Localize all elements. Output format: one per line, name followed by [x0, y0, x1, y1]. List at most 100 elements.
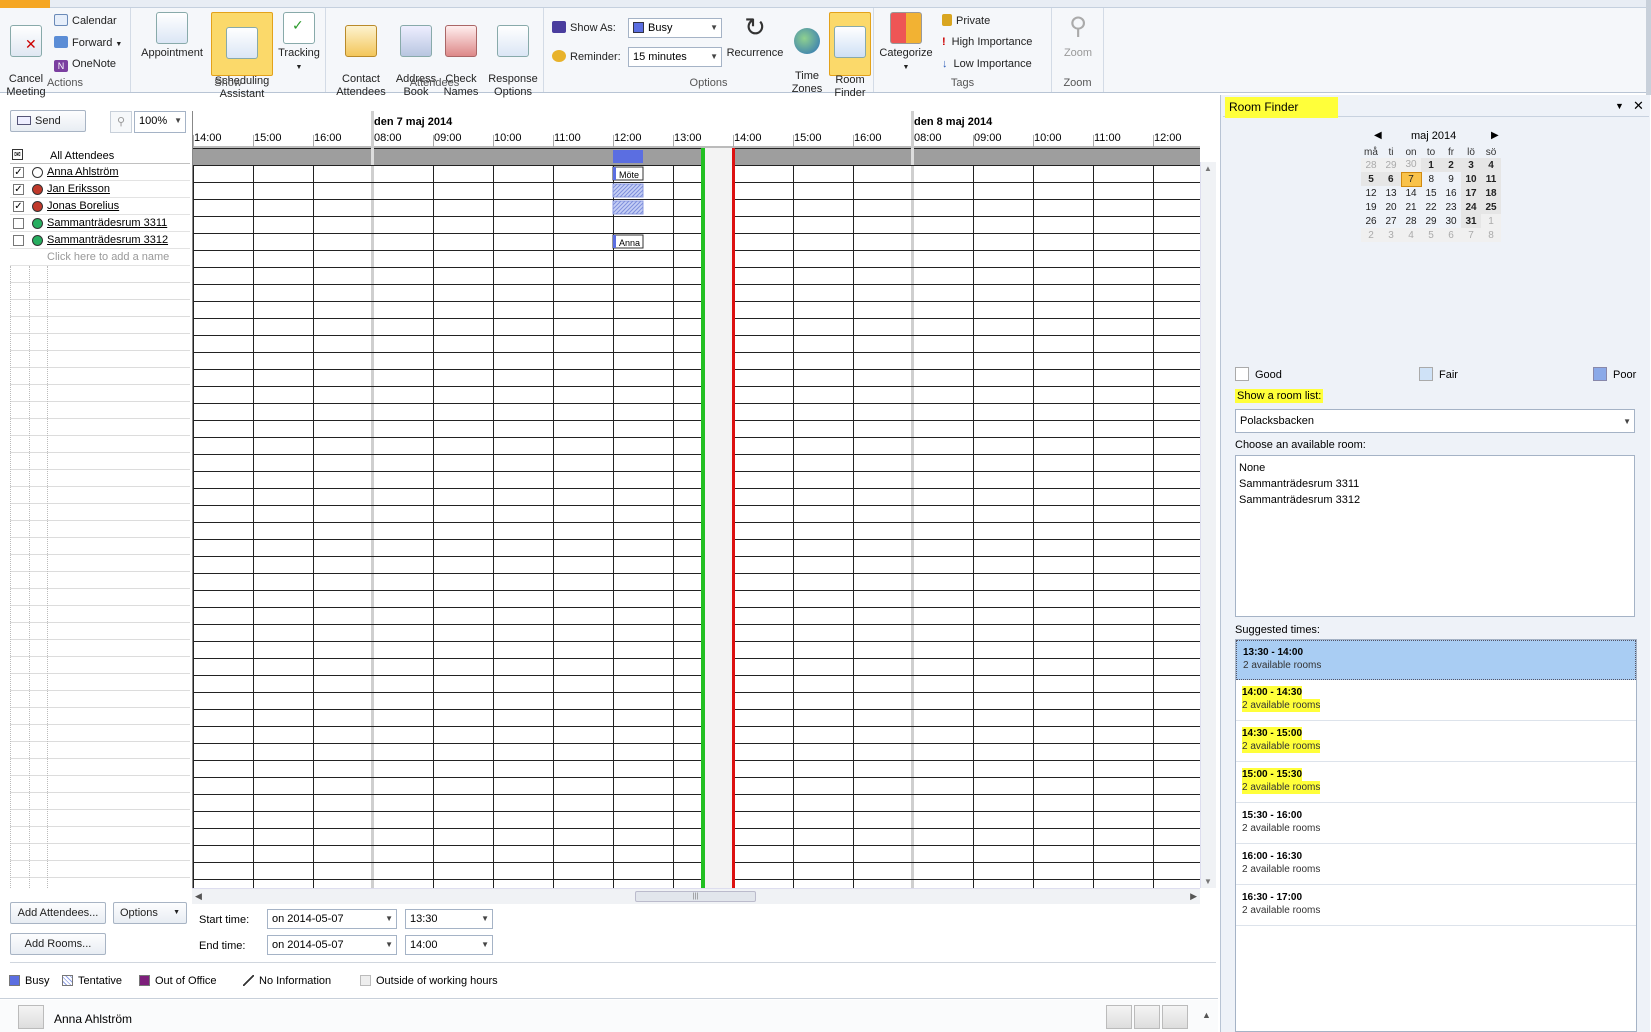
- forward-button[interactable]: Forward ▼: [54, 36, 122, 49]
- suggested-time-item[interactable]: 14:00 - 14:30 2 available rooms: [1236, 681, 1636, 721]
- appointment-button[interactable]: Appointment: [138, 12, 206, 60]
- chevron-up-icon[interactable]: ▲: [1202, 1010, 1211, 1020]
- calendar-day[interactable]: 27: [1381, 214, 1401, 228]
- attendee-name[interactable]: Anna Ahlström: [47, 166, 119, 178]
- zoom-percent-select[interactable]: 100% ▼: [134, 111, 186, 133]
- calendar-day[interactable]: 17: [1461, 186, 1481, 200]
- attendee-checkbox[interactable]: ✓: [13, 167, 24, 178]
- recurrence-button[interactable]: ↻ Recurrence: [724, 12, 786, 60]
- scroll-down-icon[interactable]: ▼: [1204, 877, 1212, 886]
- attendee-row[interactable]: Sammanträdesrum 3312: [10, 232, 190, 249]
- calendar-day[interactable]: 26: [1361, 214, 1381, 228]
- room-list-select[interactable]: Polacksbacken ▼: [1235, 409, 1635, 433]
- end-date-picker[interactable]: on 2014-05-07 ▼: [267, 935, 397, 955]
- start-time-select[interactable]: 13:30 ▼: [405, 909, 493, 929]
- calendar-day[interactable]: 30: [1441, 214, 1461, 228]
- scroll-up-icon[interactable]: ▲: [1204, 164, 1212, 173]
- calendar-day[interactable]: 16: [1441, 186, 1461, 200]
- attendee-name[interactable]: Jonas Borelius: [47, 200, 119, 212]
- high-importance-button[interactable]: ! High Importance: [942, 36, 1032, 48]
- suggested-time-item[interactable]: 15:00 - 15:30 2 available rooms: [1236, 763, 1636, 803]
- attendee-checkbox[interactable]: [13, 218, 24, 229]
- calendar-day[interactable]: 18: [1481, 186, 1501, 200]
- attendee-name[interactable]: Jan Eriksson: [47, 183, 110, 195]
- calendar-day[interactable]: 5: [1361, 172, 1381, 186]
- attendee-row[interactable]: ✓ Jan Eriksson: [10, 181, 190, 198]
- calendar-day[interactable]: 8: [1421, 172, 1441, 186]
- attendee-checkbox[interactable]: [13, 235, 24, 246]
- file-tab[interactable]: [0, 0, 50, 8]
- attendee-name[interactable]: Sammanträdesrum 3312: [47, 234, 168, 246]
- attendee-role-icon[interactable]: [32, 184, 43, 195]
- grid-horizontal-scrollbar[interactable]: ◀ ||| ▶: [192, 888, 1200, 904]
- onenote-button[interactable]: N OneNote: [54, 58, 116, 72]
- grid-vertical-scrollbar[interactable]: ▲ ▼: [1200, 162, 1216, 888]
- attendee-role-icon[interactable]: [32, 218, 43, 229]
- calendar-day[interactable]: 4: [1401, 228, 1421, 242]
- room-option[interactable]: None: [1239, 460, 1631, 476]
- suggested-time-item[interactable]: 13:30 - 14:00 2 available rooms: [1236, 640, 1636, 680]
- calendar-day[interactable]: 11: [1481, 172, 1501, 186]
- calendar-day[interactable]: 15: [1421, 186, 1441, 200]
- calendar-day[interactable]: 20: [1381, 200, 1401, 214]
- suggested-time-item[interactable]: 15:30 - 16:00 2 available rooms: [1236, 804, 1636, 844]
- room-option[interactable]: Sammanträdesrum 3311: [1239, 476, 1631, 492]
- calendar-day[interactable]: 7: [1400, 171, 1422, 187]
- room-option[interactable]: Sammanträdesrum 3312: [1239, 492, 1631, 508]
- calendar-day[interactable]: 5: [1421, 228, 1441, 242]
- calendar-day[interactable]: 28: [1401, 214, 1421, 228]
- calendar-day[interactable]: 2: [1361, 228, 1381, 242]
- scroll-thumb[interactable]: |||: [635, 891, 756, 902]
- calendar-day[interactable]: 25: [1481, 200, 1501, 214]
- calendar-day[interactable]: 6: [1381, 172, 1401, 186]
- calendar-button[interactable]: Calendar: [54, 14, 117, 27]
- next-month-icon[interactable]: ▶: [1491, 130, 1499, 141]
- options-button[interactable]: Options ▼: [113, 902, 187, 924]
- zoom-out-icon[interactable]: ⚲: [110, 111, 132, 133]
- suggested-time-item[interactable]: 16:30 - 17:00 2 available rooms: [1236, 886, 1636, 926]
- zoom-button[interactable]: ⚲ Zoom: [1056, 12, 1100, 60]
- calendar-day[interactable]: 24: [1461, 200, 1481, 214]
- meeting-start-line[interactable]: [701, 148, 705, 888]
- available-rooms-list[interactable]: None Sammanträdesrum 3311 Sammanträdesrum …: [1235, 455, 1635, 617]
- tracking-button[interactable]: ✓ Tracking ▼: [276, 12, 322, 74]
- calendar-day[interactable]: 1: [1481, 214, 1501, 228]
- calendar-day[interactable]: 4: [1481, 158, 1501, 172]
- add-attendee-placeholder[interactable]: Click here to add a name: [47, 251, 169, 263]
- room-finder-button[interactable]: Room Finder: [829, 12, 871, 99]
- calendar-day[interactable]: 7: [1461, 228, 1481, 242]
- end-time-select[interactable]: 14:00 ▼: [405, 935, 493, 955]
- chevron-down-icon[interactable]: ▼: [1615, 101, 1624, 111]
- calendar-day[interactable]: 12: [1361, 186, 1381, 200]
- scroll-left-icon[interactable]: ◀: [195, 891, 202, 902]
- scheduling-grid[interactable]: den 7 maj 2014 den 8 maj 2014 14:00 15:00 16…: [192, 111, 1200, 888]
- attendee-checkbox[interactable]: ✓: [13, 184, 24, 195]
- meeting-slot[interactable]: [703, 148, 733, 888]
- calendar-day[interactable]: 19: [1361, 200, 1381, 214]
- low-importance-button[interactable]: ↓ Low Importance: [942, 58, 1032, 70]
- calendar-day[interactable]: 2: [1441, 158, 1461, 172]
- prev-month-icon[interactable]: ◀: [1374, 130, 1382, 141]
- show-as-select[interactable]: Busy ▼: [628, 18, 722, 38]
- calendar-day[interactable]: 23: [1441, 200, 1461, 214]
- calendar-day[interactable]: 10: [1461, 172, 1481, 186]
- meeting-end-line[interactable]: [732, 148, 735, 888]
- calendar-day[interactable]: 14: [1401, 186, 1421, 200]
- close-icon[interactable]: ✕: [1633, 98, 1644, 114]
- calendar-day[interactable]: 21: [1401, 200, 1421, 214]
- mini-calendar[interactable]: må ti on to fr lö sö 28 29 30 1 2 3 4 5 6 7 8 9 10 11 12 13 14…: [1361, 147, 1502, 242]
- add-attendee-row[interactable]: Click here to add a name: [10, 249, 190, 266]
- attendee-role-icon[interactable]: [32, 167, 43, 178]
- attendee-row[interactable]: Sammanträdesrum 3311: [10, 215, 190, 232]
- calendar-day[interactable]: 22: [1421, 200, 1441, 214]
- scroll-right-icon[interactable]: ▶: [1190, 891, 1197, 902]
- attendee-checkbox[interactable]: ✓: [13, 201, 24, 212]
- calendar-day[interactable]: 13: [1381, 186, 1401, 200]
- suggested-time-item[interactable]: 16:00 - 16:30 2 available rooms: [1236, 845, 1636, 885]
- attendee-row[interactable]: ✓ Anna Ahlström: [10, 164, 190, 181]
- send-button[interactable]: Send: [10, 110, 86, 132]
- suggested-times-list[interactable]: 13:30 - 14:00 2 available rooms 14:00 - 14…: [1235, 639, 1637, 1032]
- add-rooms-button[interactable]: Add Rooms...: [10, 933, 106, 955]
- attendee-name[interactable]: Sammanträdesrum 3311: [47, 217, 167, 229]
- calendar-day[interactable]: 1: [1421, 158, 1441, 172]
